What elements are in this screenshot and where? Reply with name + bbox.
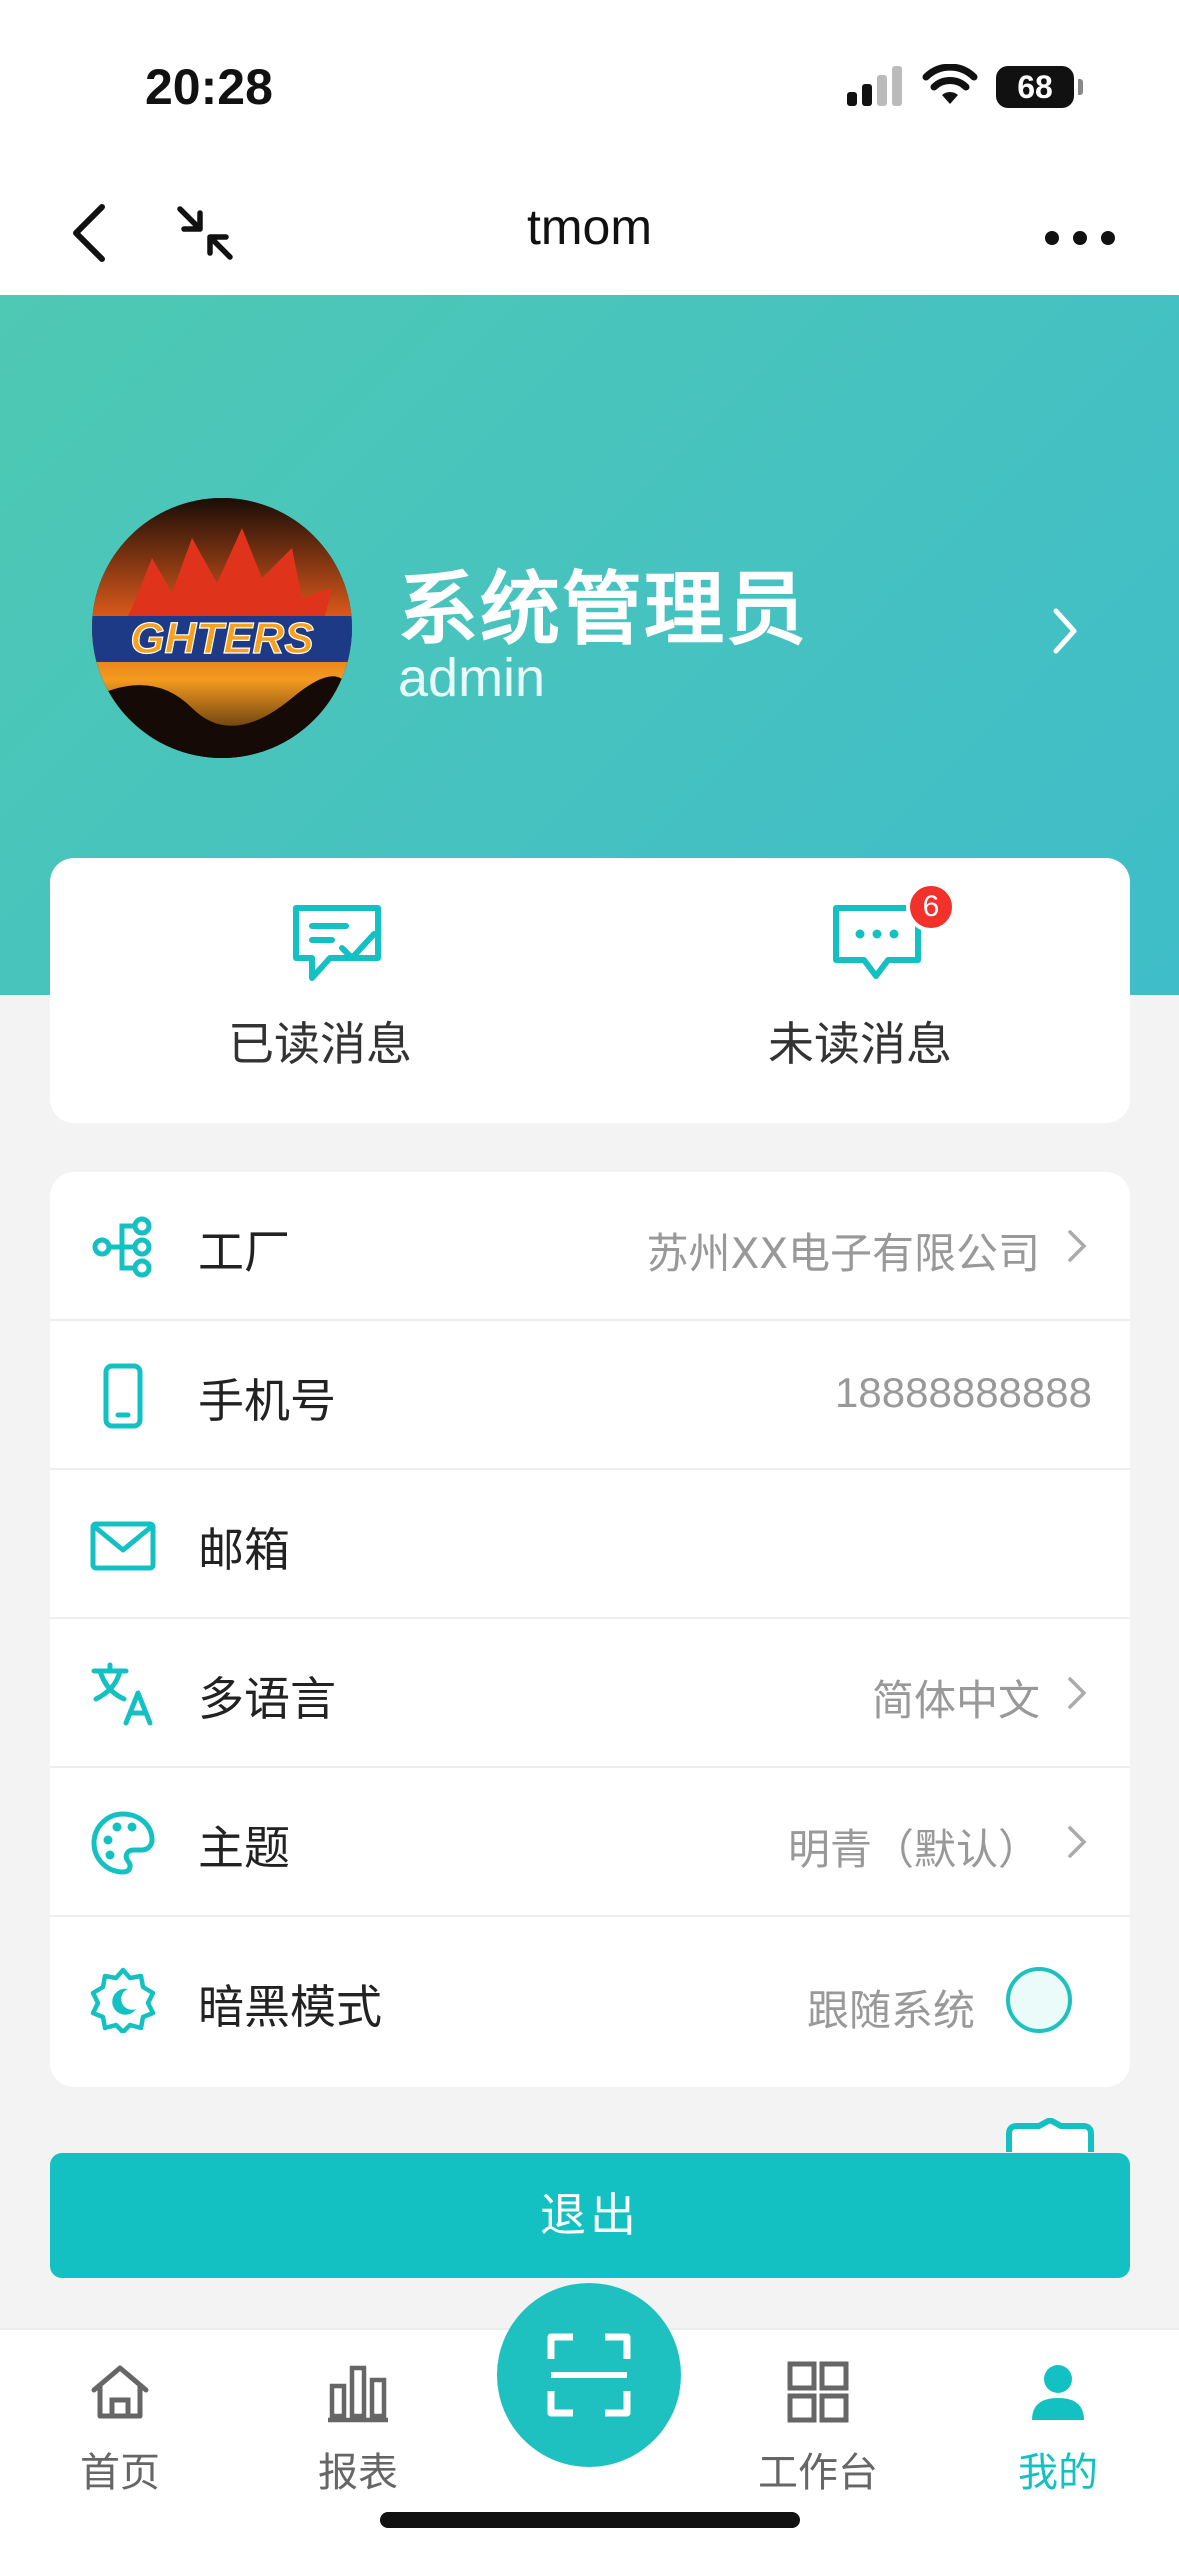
tab-home-label: 首页 <box>80 2450 160 2496</box>
unread-messages-button[interactable]: 6 未读消息 <box>590 858 1130 1123</box>
unread-messages-label: 未读消息 <box>768 1017 952 1071</box>
avatar-image: GHTERS <box>92 498 352 758</box>
wifi-icon <box>922 64 978 104</box>
moon-gear-icon <box>90 1967 156 2033</box>
theme-label: 主题 <box>198 1821 290 1875</box>
phone-value: 18888888888 <box>835 1369 1092 1416</box>
theme-value: 明青（默认） <box>787 1825 1040 1874</box>
settings-row-language[interactable]: 多语言 简体中文 <box>50 1619 1130 1768</box>
chevron-right-icon <box>1068 1677 1087 1709</box>
settings-row-email[interactable]: 邮箱 <box>50 1470 1130 1619</box>
phone-icon <box>103 1363 143 1429</box>
tab-mine-label: 我的 <box>1018 2450 1098 2496</box>
scan-button[interactable] <box>497 2283 681 2467</box>
language-value: 简体中文 <box>871 1676 1040 1725</box>
battery-icon: 68 <box>996 66 1083 108</box>
tab-reports[interactable]: 报表 <box>258 2330 458 2530</box>
settings-list: 工厂 苏州XX电子有限公司 手机号 18888888888 邮箱 多语言 简体中… <box>50 1172 1130 2087</box>
tab-home[interactable]: 首页 <box>20 2330 220 2530</box>
factory-value: 苏州XX电子有限公司 <box>646 1229 1040 1278</box>
status-bar: 20:28 68 <box>0 0 1179 170</box>
avatar[interactable]: GHTERS <box>92 498 352 758</box>
email-label: 邮箱 <box>198 1523 290 1577</box>
read-message-icon <box>293 905 381 981</box>
language-label: 多语言 <box>198 1672 336 1726</box>
page-title: tmom <box>527 199 652 255</box>
user-name: 系统管理员 <box>398 563 808 656</box>
tab-workbench-label: 工作台 <box>758 2450 878 2496</box>
settings-row-factory[interactable]: 工厂 苏州XX电子有限公司 <box>50 1172 1130 1321</box>
settings-row-theme[interactable]: 主题 明青（默认） <box>50 1768 1130 1917</box>
user-icon <box>1032 2365 1084 2420</box>
read-messages-button[interactable]: 已读消息 <box>50 858 590 1123</box>
unread-count-badge: 6 <box>906 882 956 932</box>
chevron-right-icon <box>1068 1826 1087 1858</box>
scan-icon <box>547 2333 631 2417</box>
phone-label: 手机号 <box>198 1374 336 1428</box>
tree-icon <box>92 1216 152 1278</box>
palette-icon <box>91 1811 155 1875</box>
dark-mode-value: 跟随系统 <box>806 1986 975 2035</box>
nav-bar: tmom <box>0 170 1179 295</box>
float-handle-icon[interactable] <box>1005 2118 1095 2152</box>
dark-mode-label: 暗黑模式 <box>198 1980 382 2034</box>
grid-icon <box>787 2361 849 2423</box>
chevron-right-icon[interactable] <box>1048 605 1082 657</box>
home-indicator <box>380 2512 800 2528</box>
dark-mode-toggle[interactable] <box>1006 1967 1072 2033</box>
settings-row-dark-mode[interactable]: 暗黑模式 跟随系统 <box>50 1917 1130 2084</box>
user-id: admin <box>398 648 546 708</box>
mail-icon <box>90 1521 156 1571</box>
signal-icon <box>847 66 902 106</box>
settings-row-phone[interactable]: 手机号 18888888888 <box>50 1321 1130 1470</box>
message-card: 已读消息 6 未读消息 <box>50 858 1130 1123</box>
chevron-right-icon <box>1068 1230 1087 1262</box>
translate-icon <box>91 1662 153 1726</box>
read-messages-label: 已读消息 <box>228 1017 412 1071</box>
avatar-logo-text: GHTERS <box>130 614 313 663</box>
status-time: 20:28 <box>145 59 273 115</box>
more-icon[interactable] <box>1040 200 1120 270</box>
home-icon <box>91 2365 149 2419</box>
tab-mine[interactable]: 我的 <box>958 2330 1158 2530</box>
tab-reports-label: 报表 <box>318 2450 398 2496</box>
tab-workbench[interactable]: 工作台 <box>718 2330 918 2530</box>
bar-chart-icon <box>328 2365 388 2423</box>
logout-button[interactable]: 退出 <box>50 2153 1130 2278</box>
factory-label: 工厂 <box>198 1225 290 1279</box>
